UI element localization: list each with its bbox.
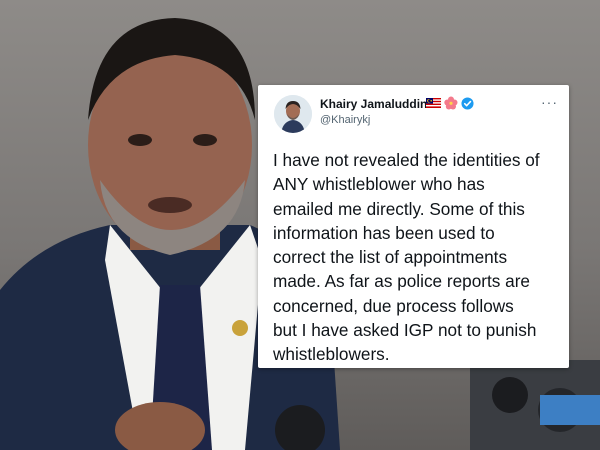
tweet-text-line: made. As far as police reports are: [273, 271, 530, 292]
tweet-text-line: concerned, due process follows: [273, 295, 514, 316]
malaysia-flag-icon: [426, 98, 441, 108]
tweet-text-line: whistleblowers.: [273, 344, 390, 365]
avatar[interactable]: [274, 95, 312, 133]
tweet-text-line: emailed me directly. Some of this: [273, 198, 525, 219]
tweet-text: I have not revealed the identities of AN…: [273, 148, 563, 367]
handle[interactable]: @Khairykj: [320, 114, 370, 126]
tweet-text-line: but I have asked IGP not to punish: [273, 320, 537, 341]
tweet-text-line: ANY whistleblower who has: [273, 174, 485, 195]
avatar-illustration-icon: [274, 95, 312, 133]
tweet-text-line: correct the list of appointments: [273, 247, 508, 268]
tweet-text-line: information has been used to: [273, 222, 495, 243]
tweet-text-line: I have not revealed the identities of: [273, 150, 540, 170]
badges: [426, 96, 474, 110]
hibiscus-icon: [444, 96, 458, 110]
more-options-icon[interactable]: ···: [541, 95, 557, 109]
verified-icon: [461, 96, 474, 110]
display-name[interactable]: Khairy Jamaluddin: [320, 97, 427, 111]
tweet-card[interactable]: Khairy Jamaluddin @Khairykj ··· I have n…: [258, 85, 569, 368]
